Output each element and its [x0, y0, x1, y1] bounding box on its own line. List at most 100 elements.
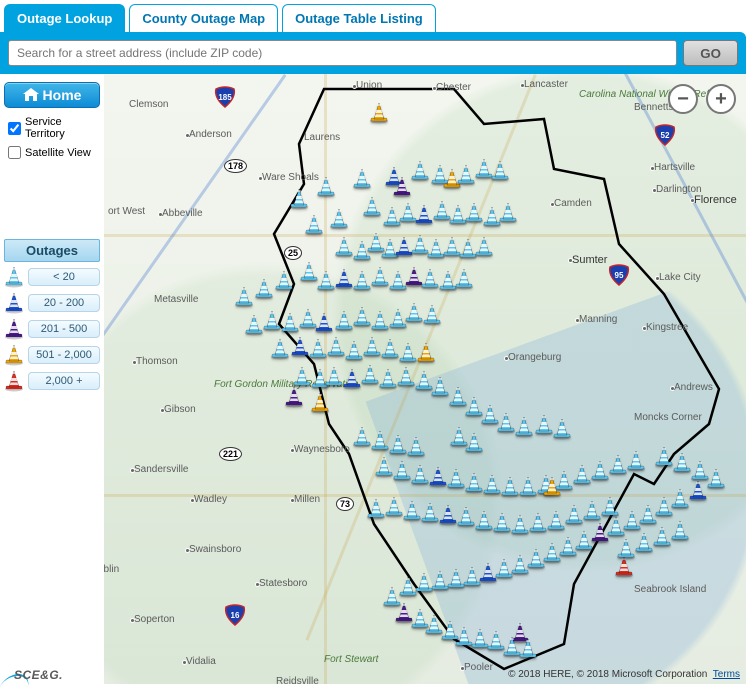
- outage-marker[interactable]: [334, 268, 354, 290]
- brand-logo: SCE&G.: [4, 668, 53, 682]
- city-label: Vidalia: [186, 656, 216, 667]
- outage-marker[interactable]: [329, 208, 349, 230]
- outage-marker[interactable]: [482, 206, 502, 228]
- outage-marker[interactable]: [392, 176, 412, 198]
- city-label: Union: [356, 80, 382, 91]
- outage-marker[interactable]: [432, 200, 452, 222]
- outage-marker[interactable]: [344, 340, 364, 362]
- outage-marker[interactable]: [280, 312, 300, 334]
- outage-marker[interactable]: [394, 602, 414, 624]
- search-input[interactable]: [8, 40, 677, 66]
- outage-marker[interactable]: [292, 366, 312, 388]
- outage-marker[interactable]: [262, 310, 282, 332]
- outage-marker[interactable]: [352, 270, 372, 292]
- outage-marker[interactable]: [382, 586, 402, 608]
- tabs-bar: Outage Lookup County Outage Map Outage T…: [0, 0, 746, 32]
- outage-marker[interactable]: [334, 310, 354, 332]
- outage-marker[interactable]: [310, 368, 330, 390]
- outage-marker[interactable]: [362, 336, 382, 358]
- outage-marker[interactable]: [410, 234, 430, 256]
- outage-marker[interactable]: [398, 576, 418, 598]
- outage-marker[interactable]: [352, 306, 372, 328]
- tab-county-outage-map[interactable]: County Outage Map: [129, 4, 278, 32]
- outage-marker[interactable]: [384, 166, 404, 188]
- legend-row: 501 - 2,000: [4, 344, 100, 366]
- outage-marker[interactable]: [426, 238, 446, 260]
- map-canvas[interactable]: Carolina National Wildlife Ref Fort Gord…: [104, 74, 746, 684]
- service-territory-checkbox[interactable]: [8, 122, 21, 135]
- legend-label: 501 - 2,000: [28, 346, 100, 364]
- outage-marker[interactable]: [352, 426, 372, 448]
- outage-marker[interactable]: [474, 158, 494, 180]
- outage-marker[interactable]: [448, 204, 468, 226]
- outage-marker[interactable]: [404, 302, 424, 324]
- zoom-out-button[interactable]: −: [668, 84, 698, 114]
- outage-marker[interactable]: [456, 164, 476, 186]
- outage-marker[interactable]: [394, 236, 414, 258]
- zoom-in-button[interactable]: +: [706, 84, 736, 114]
- outage-marker[interactable]: [299, 261, 319, 283]
- outage-marker[interactable]: [380, 238, 400, 260]
- outage-marker[interactable]: [334, 236, 354, 258]
- outage-marker[interactable]: [430, 164, 450, 186]
- cone-icon: [4, 370, 24, 392]
- outage-marker[interactable]: [234, 286, 254, 308]
- outage-marker[interactable]: [362, 196, 382, 218]
- outage-marker[interactable]: [370, 310, 390, 332]
- outage-marker[interactable]: [424, 614, 444, 636]
- outage-marker[interactable]: [369, 102, 389, 124]
- city-label: Gibson: [164, 404, 196, 415]
- outage-marker[interactable]: [474, 236, 494, 258]
- outage-marker[interactable]: [388, 308, 408, 330]
- outage-marker[interactable]: [289, 188, 309, 210]
- home-button[interactable]: Home: [4, 82, 100, 108]
- outage-marker[interactable]: [410, 160, 430, 182]
- outage-marker[interactable]: [382, 206, 402, 228]
- outage-marker[interactable]: [254, 278, 274, 300]
- svg-text:95: 95: [615, 271, 624, 280]
- outage-marker[interactable]: [398, 202, 418, 224]
- interstate-shield: 16: [224, 604, 246, 628]
- service-territory-toggle[interactable]: Service Territory: [8, 116, 96, 140]
- outage-marker[interactable]: [498, 202, 518, 224]
- outage-marker[interactable]: [380, 338, 400, 360]
- satellite-view-checkbox[interactable]: [8, 146, 21, 159]
- outage-marker[interactable]: [404, 266, 424, 288]
- outage-marker[interactable]: [324, 366, 344, 388]
- tab-outage-table-listing[interactable]: Outage Table Listing: [282, 4, 436, 32]
- outage-marker[interactable]: [352, 240, 372, 262]
- cone-icon: [4, 292, 24, 314]
- outage-marker[interactable]: [378, 368, 398, 390]
- svg-text:52: 52: [661, 131, 670, 140]
- outage-marker[interactable]: [326, 336, 346, 358]
- outage-marker[interactable]: [370, 266, 390, 288]
- outage-marker[interactable]: [360, 364, 380, 386]
- outage-marker[interactable]: [284, 386, 304, 408]
- outage-marker[interactable]: [270, 338, 290, 360]
- outage-marker[interactable]: [290, 336, 310, 358]
- legend-row: 20 - 200: [4, 292, 100, 314]
- outage-marker[interactable]: [442, 236, 462, 258]
- outage-marker[interactable]: [366, 498, 386, 520]
- outage-marker[interactable]: [420, 268, 440, 290]
- search-bar: GO: [0, 32, 746, 74]
- outage-marker[interactable]: [398, 342, 418, 364]
- tab-outage-lookup[interactable]: Outage Lookup: [4, 4, 125, 32]
- go-button[interactable]: GO: [683, 40, 738, 66]
- outage-marker[interactable]: [244, 314, 264, 336]
- outage-marker[interactable]: [410, 608, 430, 630]
- us-shield: 73: [336, 497, 354, 511]
- outage-marker[interactable]: [352, 168, 372, 190]
- satellite-view-toggle[interactable]: Satellite View: [8, 146, 96, 159]
- outage-marker[interactable]: [304, 214, 324, 236]
- outage-marker[interactable]: [388, 270, 408, 292]
- legend-row: 201 - 500: [4, 318, 100, 340]
- legend-label: 201 - 500: [28, 320, 100, 338]
- outage-marker[interactable]: [274, 270, 294, 292]
- legend-row: < 20: [4, 266, 100, 288]
- outage-marker[interactable]: [310, 392, 330, 414]
- outage-marker[interactable]: [442, 168, 462, 190]
- outage-marker[interactable]: [414, 204, 434, 226]
- outage-marker[interactable]: [298, 308, 318, 330]
- outage-marker[interactable]: [342, 368, 362, 390]
